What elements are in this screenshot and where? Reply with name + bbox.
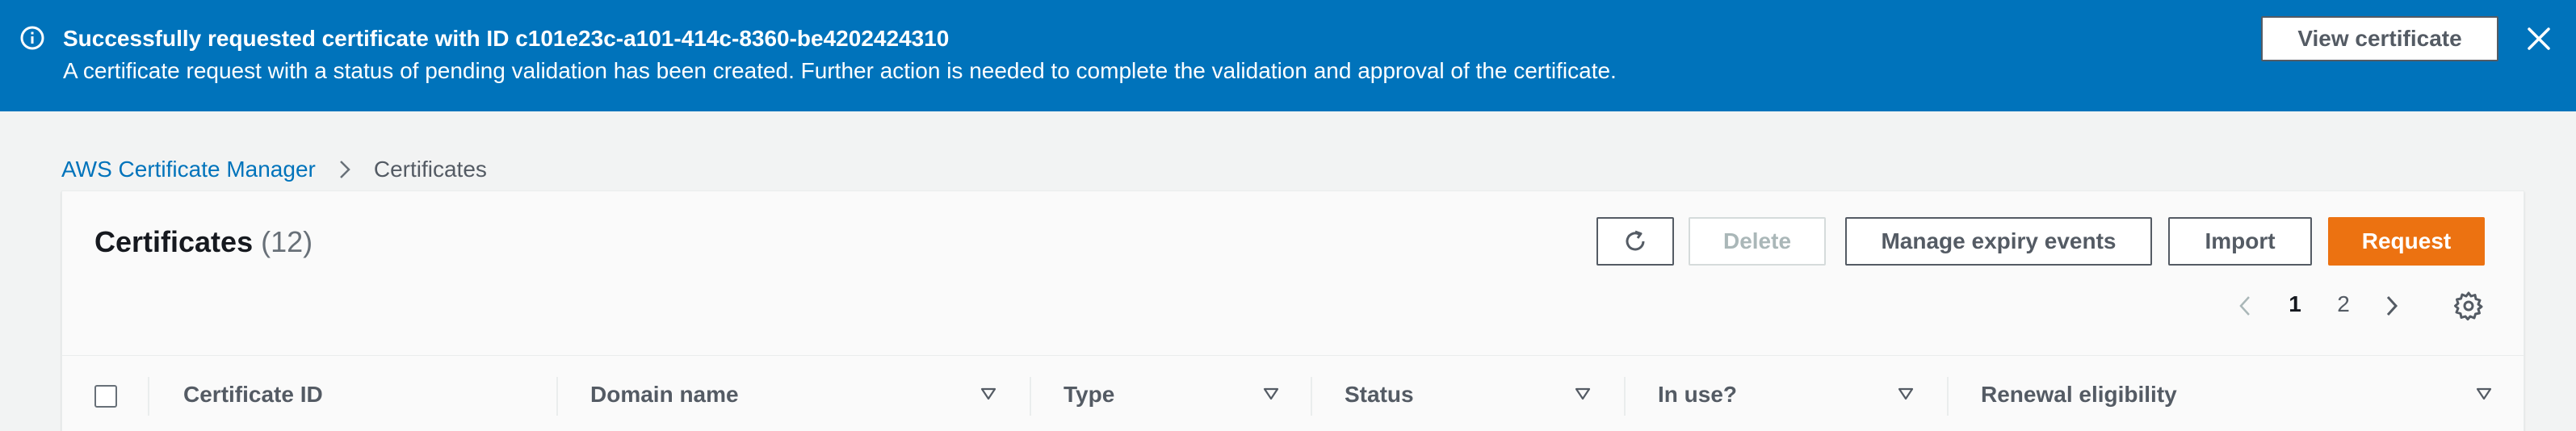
column-domain-name[interactable]: Domain name [558,356,1030,431]
refresh-icon [1626,230,1645,251]
flash-title: Successfully requested certificate with … [63,26,950,51]
page-2-button[interactable]: 2 [2331,291,2356,317]
column-label: Renewal eligibility [1981,382,2177,407]
select-all-checkbox[interactable] [94,385,117,408]
table-title: Certificates [94,225,254,258]
sort-down-icon[interactable] [1574,385,1592,403]
delete-button[interactable]: Delete [1689,217,1826,266]
column-type[interactable]: Type [1031,356,1311,431]
page-1-button[interactable]: 1 [2283,291,2307,317]
certificates-table: Certificates (12) Delete Manage expiry e… [61,190,2524,431]
column-label: Certificate ID [183,382,323,407]
sort-down-icon[interactable] [980,385,997,403]
breadcrumb-aws-certificate-manager[interactable]: AWS Certificate Manager [61,157,316,182]
table-header: Certificates (12) Delete Manage expiry e… [62,191,2524,356]
column-label: Domain name [590,382,739,407]
view-certificate-button[interactable]: View certificate [2261,16,2498,61]
sort-down-icon[interactable] [1897,385,1915,403]
manage-expiry-events-button[interactable]: Manage expiry events [1845,217,2152,266]
chevron-left-icon[interactable] [2234,295,2257,317]
sort-down-icon[interactable] [2475,385,2493,403]
certificate-count: (12) [261,225,313,258]
column-label: Status [1345,382,1414,407]
column-renewal-eligibility[interactable]: Renewal eligibility [1949,356,2525,431]
chevron-right-icon[interactable] [2380,295,2402,317]
sort-down-icon[interactable] [1262,385,1280,403]
breadcrumb: AWS Certificate Manager Certificates [61,155,487,184]
column-certificate-id[interactable]: Certificate ID [151,356,555,431]
column-status[interactable]: Status [1312,356,1624,431]
page-title: Certificates (12) [94,224,313,261]
success-flash-banner: Successfully requested certificate with … [0,0,2576,111]
flash-message: A certificate request with a status of p… [63,58,1617,83]
breadcrumb-current: Certificates [373,157,487,182]
info-circle-icon [20,26,44,50]
column-divider [148,377,149,416]
column-header-row: Certificate ID Domain name Type Status I… [62,356,2524,431]
column-label: In use? [1658,382,1738,407]
request-button[interactable]: Request [2328,217,2485,266]
import-button[interactable]: Import [2168,217,2312,266]
chevron-right-icon [339,161,350,178]
column-in-use[interactable]: In use? [1626,356,1947,431]
gear-icon[interactable] [2452,290,2485,322]
refresh-button[interactable] [1596,217,1674,266]
column-label: Type [1064,382,1115,407]
close-icon[interactable] [2524,24,2553,53]
